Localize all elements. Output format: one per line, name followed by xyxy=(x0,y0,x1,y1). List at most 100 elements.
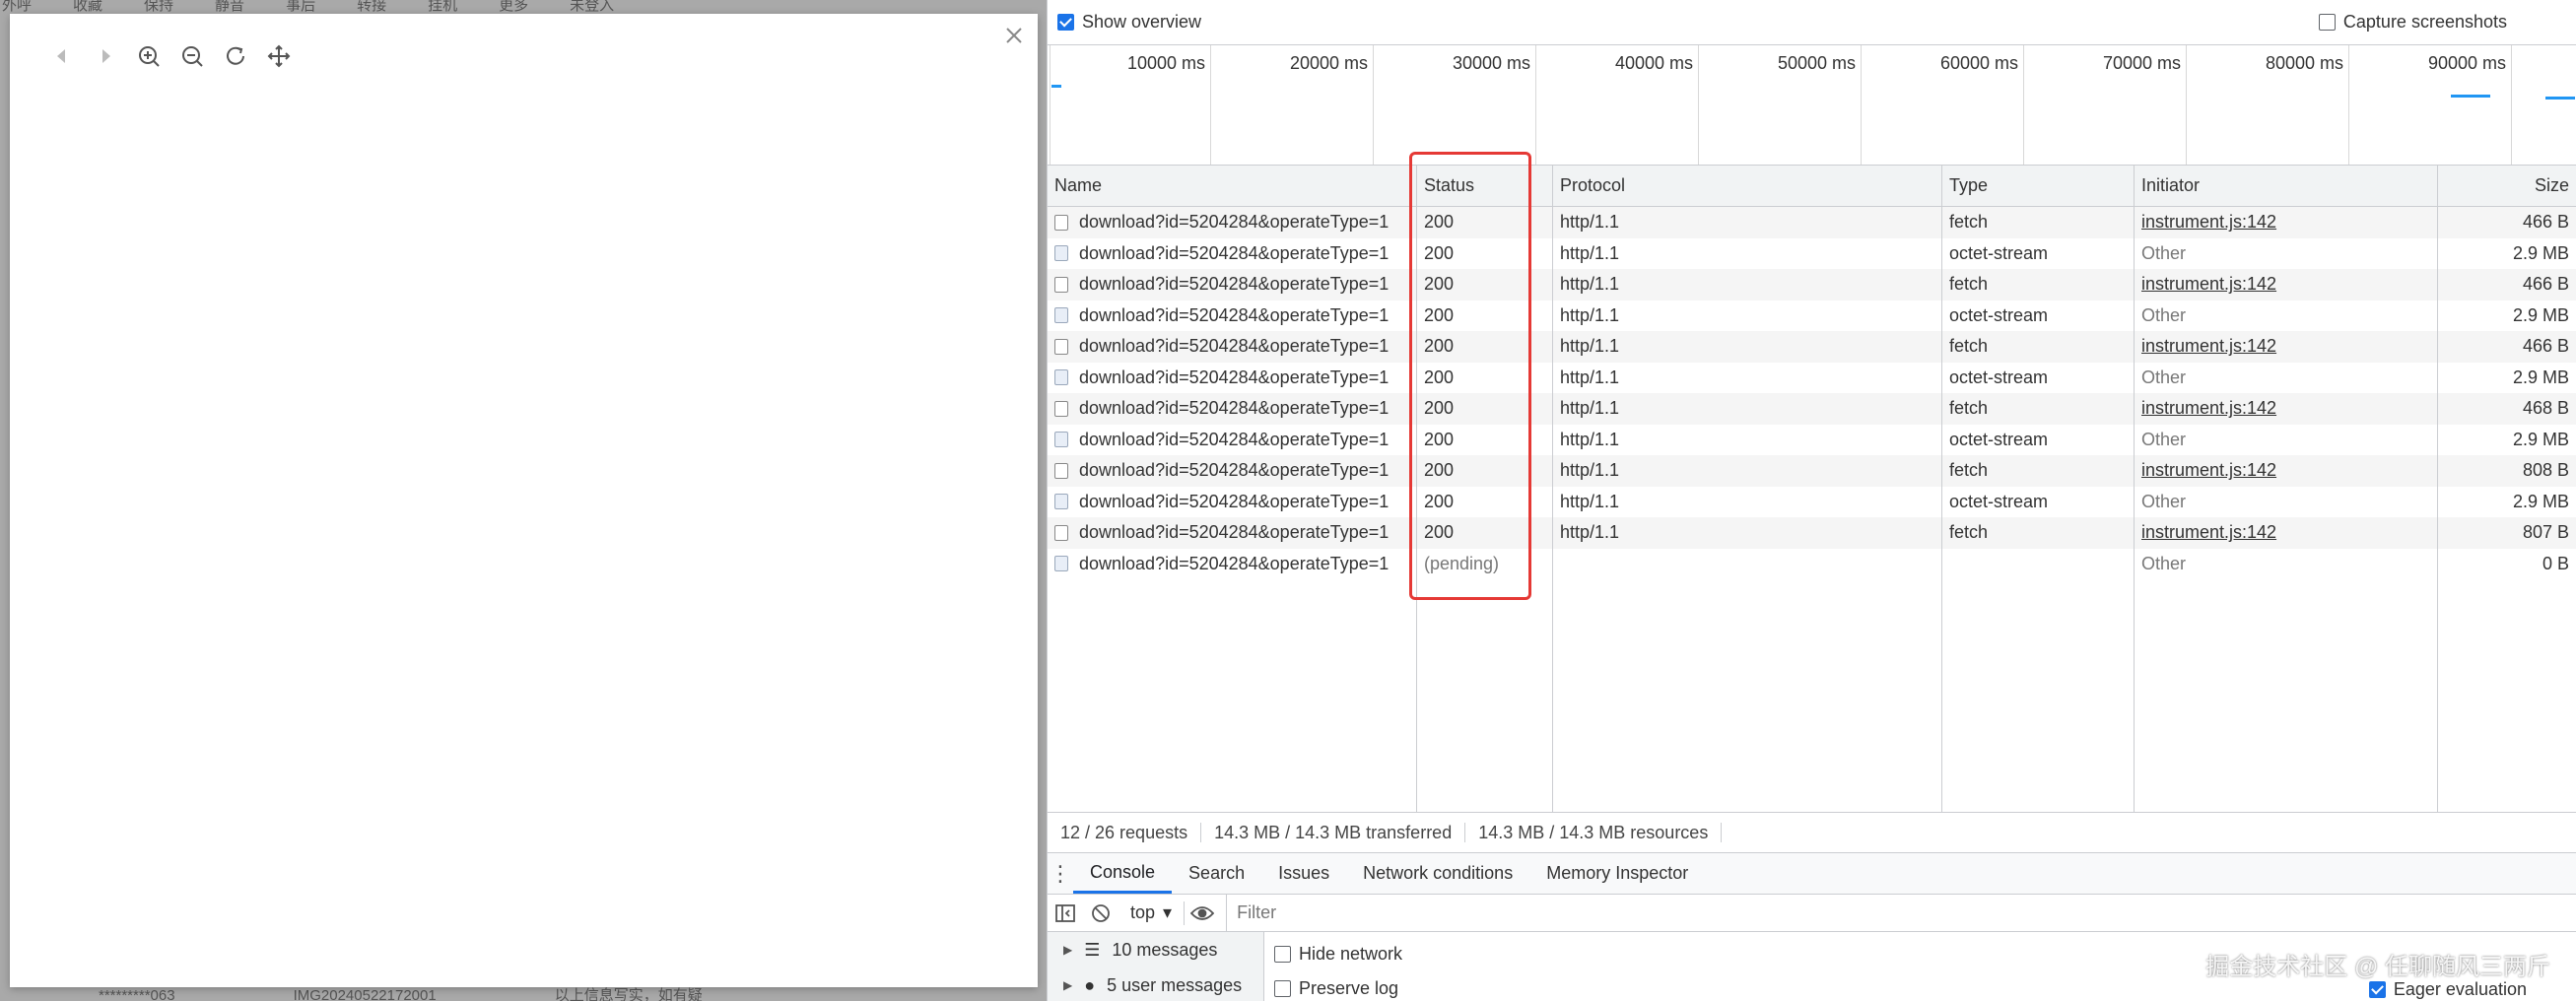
timeline-overview[interactable]: 10000 ms 20000 ms 30000 ms 40000 ms 5000… xyxy=(1048,45,2576,166)
console-toolbar: top ▾ Filter xyxy=(1048,895,2576,932)
column-divider xyxy=(1942,207,2135,812)
expand-arrow-icon: ▶ xyxy=(1063,978,1073,992)
preserve-log-checkbox[interactable]: Preserve log xyxy=(1274,978,1402,999)
request-size: 808 B xyxy=(2438,455,2576,487)
context-value: top xyxy=(1130,902,1156,922)
user-messages-group[interactable]: ▶ ● 5 user messages xyxy=(1048,968,1263,1001)
backdrop-tab: 外呼 xyxy=(2,0,33,14)
timeline-label: 90000 ms xyxy=(2427,53,2506,73)
column-header-type[interactable]: Type xyxy=(1942,166,2135,206)
checkbox-unchecked[interactable] xyxy=(2318,14,2336,31)
timeline-tick xyxy=(2511,45,2512,165)
eager-evaluation-checkbox[interactable]: Eager evaluation xyxy=(2368,979,2527,1000)
network-settings-bar: Show overview Capture screenshots xyxy=(1048,0,2576,45)
tab-issues[interactable]: Issues xyxy=(1261,853,1346,894)
column-header-status[interactable]: Status xyxy=(1417,166,1553,206)
request-size: 466 B xyxy=(2438,269,2576,300)
requests-table: Name Status Protocol Type Initiator Size… xyxy=(1048,166,2576,812)
column-divider xyxy=(1417,207,1553,812)
messages-group[interactable]: ▶ ☰ 10 messages xyxy=(1048,932,1263,968)
sidebar-toggle-icon[interactable] xyxy=(1048,895,1083,932)
backdrop-tabs: 外呼 收藏 保持 静音 事后 转接 挂机 更多 未登入 xyxy=(0,0,614,14)
timeline-label: 80000 ms xyxy=(2265,53,2343,73)
checkbox-checked[interactable] xyxy=(1057,14,1074,31)
clear-console-icon[interactable] xyxy=(1083,895,1119,932)
timeline-label: 30000 ms xyxy=(1452,53,1530,73)
column-divider xyxy=(1553,207,1942,812)
tab-network-conditions[interactable]: Network conditions xyxy=(1346,853,1529,894)
capture-screenshots-label: Capture screenshots xyxy=(2342,12,2507,32)
column-header-name[interactable]: Name xyxy=(1048,166,1417,206)
capture-screenshots-checkbox[interactable]: Capture screenshots xyxy=(2318,12,2507,33)
column-divider xyxy=(2135,207,2438,812)
request-size: 0 B xyxy=(2438,549,2576,580)
prev-icon[interactable] xyxy=(49,43,75,69)
network-summary-bar: 12 / 26 requests 14.3 MB / 14.3 MB trans… xyxy=(1048,812,2576,853)
resources-size: 14.3 MB / 14.3 MB resources xyxy=(1465,823,1723,842)
column-header-initiator[interactable]: Initiator xyxy=(2135,166,2438,206)
timeline-request-bar xyxy=(1051,85,1061,88)
column-header-size[interactable]: Size xyxy=(2438,166,2576,206)
timeline-label: 60000 ms xyxy=(1939,53,2018,73)
request-size: 2.9 MB xyxy=(2438,425,2576,456)
eager-evaluation-label: Eager evaluation xyxy=(2393,979,2527,999)
request-size: 807 B xyxy=(2438,517,2576,549)
move-icon[interactable] xyxy=(266,43,292,69)
console-options: Hide network Preserve log xyxy=(1274,932,1402,999)
checkbox-checked[interactable] xyxy=(2368,981,2386,998)
request-size: 466 B xyxy=(2438,207,2576,238)
watermark: 掘金技术社区 @ 任聊随风三两斤 xyxy=(2205,954,2550,980)
next-icon[interactable] xyxy=(93,43,118,69)
backdrop-tab: 保持 xyxy=(144,0,174,14)
zoom-in-icon[interactable] xyxy=(136,43,162,69)
dropdown-arrow-icon: ▾ xyxy=(1163,902,1173,922)
checkbox-unchecked[interactable] xyxy=(1274,946,1291,963)
messages-label: 10 messages xyxy=(1112,939,1218,960)
backdrop-cell: *********063 xyxy=(99,987,175,1001)
timeline-label: 40000 ms xyxy=(1614,53,1693,73)
backdrop-bottom-row: *********063 IMG20240522172001 以上信息写实，如有… xyxy=(0,987,703,1001)
eye-icon[interactable] xyxy=(1185,895,1220,932)
zoom-out-icon[interactable] xyxy=(179,43,205,69)
request-size: 2.9 MB xyxy=(2438,300,2576,332)
column-divider xyxy=(1048,207,1417,812)
hide-network-label: Hide network xyxy=(1299,944,1403,964)
viewer-toolbar xyxy=(49,43,292,69)
transferred-size: 14.3 MB / 14.3 MB transferred xyxy=(1201,823,1466,842)
console-sidebar: ▶ ☰ 10 messages ▶ ● 5 user messages xyxy=(1048,932,1264,1001)
table-header: Name Status Protocol Type Initiator Size xyxy=(1048,166,2576,207)
expand-arrow-icon: ▶ xyxy=(1063,943,1073,957)
request-size: 468 B xyxy=(2438,393,2576,425)
checkbox-unchecked[interactable] xyxy=(1274,980,1291,997)
drawer-tabbar: ⋮ Console Search Issues Network conditio… xyxy=(1048,853,2576,895)
backdrop-tab: 收藏 xyxy=(73,0,103,14)
devtools-network-panel: Show overview Capture screenshots 10000 … xyxy=(1047,0,2576,1001)
timeline-label: 70000 ms xyxy=(2102,53,2181,73)
tab-console[interactable]: Console xyxy=(1073,853,1173,894)
request-size: 2.9 MB xyxy=(2438,487,2576,518)
backdrop-tab: 静音 xyxy=(215,0,245,14)
context-selector[interactable]: top ▾ xyxy=(1119,901,1186,925)
rotate-icon[interactable] xyxy=(223,43,248,69)
timeline-label: 10000 ms xyxy=(1126,53,1205,73)
request-size: 466 B xyxy=(2438,331,2576,363)
hide-network-checkbox[interactable]: Hide network xyxy=(1274,944,1402,965)
tab-memory-inspector[interactable]: Memory Inspector xyxy=(1529,853,1705,894)
preserve-log-label: Preserve log xyxy=(1299,978,1399,998)
backdrop-cell: IMG20240522172001 xyxy=(293,987,437,1001)
close-icon[interactable] xyxy=(1004,26,1026,47)
console-filter-input[interactable]: Filter xyxy=(1226,895,2576,931)
tab-search[interactable]: Search xyxy=(1172,853,1261,894)
user-messages-label: 5 user messages xyxy=(1107,974,1243,995)
request-size: 2.9 MB xyxy=(2438,363,2576,394)
more-tools-icon[interactable]: ⋮ xyxy=(1048,861,1073,887)
backdrop-tab: 转接 xyxy=(357,0,387,14)
backdrop-cell: 以上信息写实，如有疑 xyxy=(554,987,703,1001)
show-overview-checkbox[interactable]: Show overview xyxy=(1057,12,1201,33)
requests-count: 12 / 26 requests xyxy=(1048,823,1202,842)
backdrop-tab: 未登入 xyxy=(570,0,615,14)
column-header-protocol[interactable]: Protocol xyxy=(1553,166,1942,206)
timeline-label: 50000 ms xyxy=(1777,53,1856,73)
backdrop-tab: 事后 xyxy=(286,0,316,14)
timeline-request-bar xyxy=(2545,97,2575,100)
